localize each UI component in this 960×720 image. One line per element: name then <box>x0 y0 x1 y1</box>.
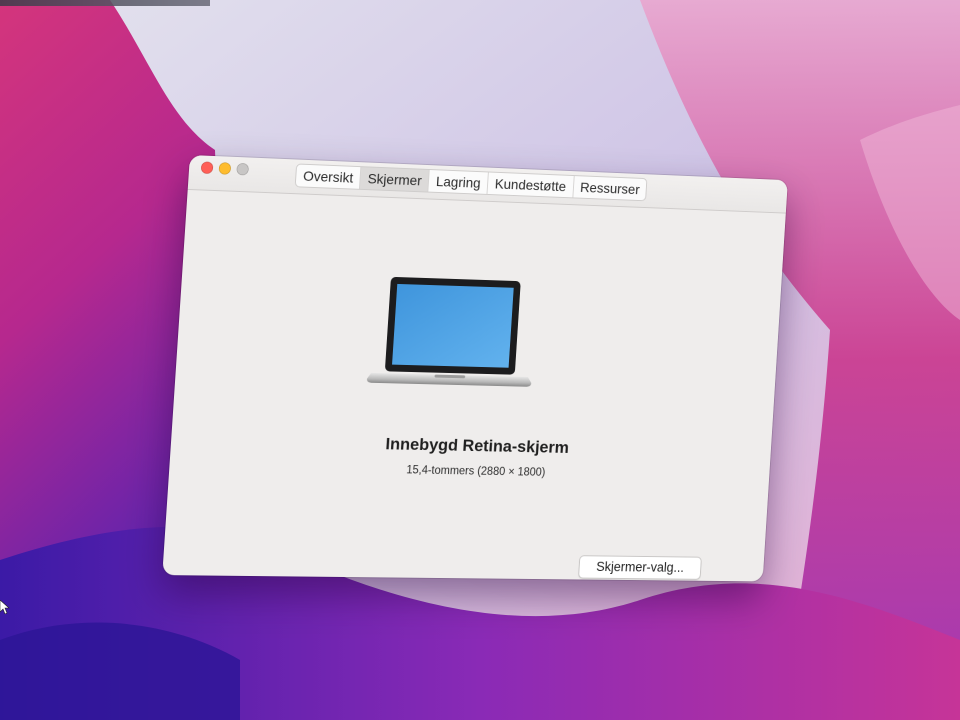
mouse-cursor-icon <box>0 600 10 614</box>
zoom-button[interactable] <box>236 162 249 176</box>
laptop-icon <box>366 276 532 387</box>
tab-ressurser[interactable]: Ressurser <box>573 176 647 200</box>
display-name: Innebygd Retina-skjerm <box>384 434 570 457</box>
menu-bar-fragment <box>0 0 210 6</box>
close-button[interactable] <box>200 161 214 174</box>
tab-oversikt[interactable]: Oversikt <box>295 164 362 189</box>
displays-pane: Innebygd Retina-skjerm 15,4-tommers (288… <box>162 190 786 581</box>
tab-kundestotte[interactable]: Kundestøtte <box>487 172 575 198</box>
display-specs: 15,4-tommers (2880 × 1800) <box>405 464 546 479</box>
display-preferences-button[interactable]: Skjermer-valg... <box>578 555 702 580</box>
minimize-button[interactable] <box>218 162 232 175</box>
about-this-mac-window: Oversikt Skjermer Lagring Kundestøtte Re… <box>162 155 788 582</box>
tab-lagring[interactable]: Lagring <box>428 170 489 194</box>
tab-skjermer[interactable]: Skjermer <box>360 167 431 192</box>
